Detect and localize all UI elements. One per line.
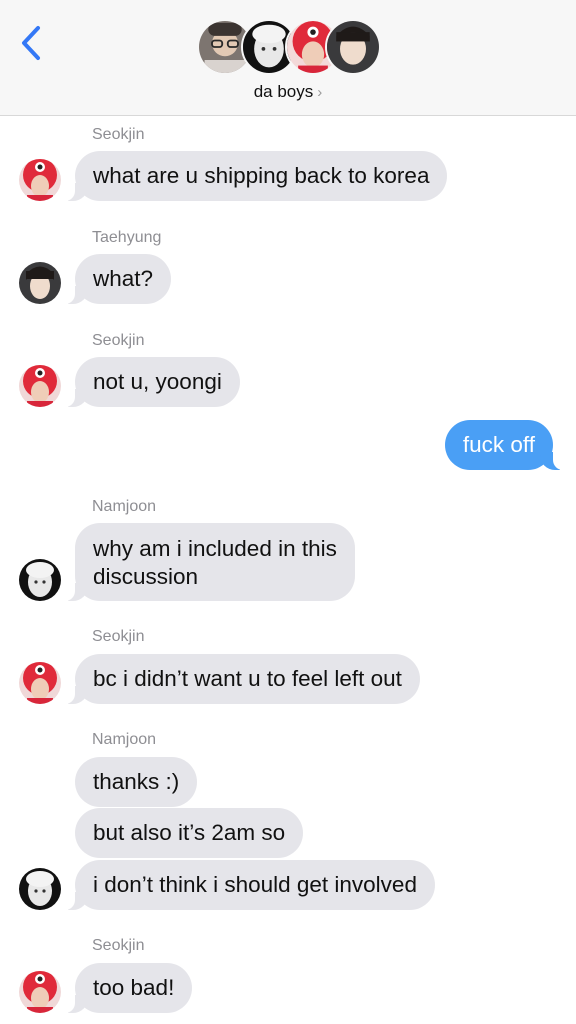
message-text: bc i didn’t want u to feel left out: [93, 666, 402, 691]
message-bubble-outgoing[interactable]: fuck off: [444, 420, 564, 470]
avatar[interactable]: [19, 365, 61, 407]
message-text: what?: [93, 266, 154, 291]
avatar[interactable]: [19, 971, 61, 1013]
back-button[interactable]: [14, 22, 50, 64]
avatar[interactable]: [19, 262, 61, 304]
message-bubble[interactable]: too bad!: [64, 963, 193, 1013]
conversation-title[interactable]: da boys ›: [0, 82, 576, 102]
avatar: [325, 19, 381, 75]
message-text: fuck off: [462, 432, 535, 457]
sender-name: Namjoon: [92, 498, 157, 515]
avatar[interactable]: [19, 159, 61, 201]
sender-name: Taehyung: [92, 229, 162, 246]
message-bubble[interactable]: what are u shipping back to korea: [64, 151, 448, 201]
message-bubble[interactable]: why am i included in this discussion: [65, 523, 355, 601]
message-text-line: discussion: [93, 564, 199, 589]
message-text-line: why am i included in this: [93, 536, 337, 561]
message-bubble[interactable]: bc i didn’t want u to feel left out: [65, 654, 420, 704]
message-bubble[interactable]: thanks :): [75, 757, 198, 807]
chevron-right-icon: ›: [317, 84, 323, 101]
message-bubble[interactable]: what?: [64, 254, 172, 304]
sender-name: Seokjin: [92, 937, 145, 954]
sender-name: Namjoon: [92, 731, 157, 748]
message-bubble[interactable]: i don’t think i should get involved: [65, 860, 435, 910]
group-name: da boys: [253, 82, 314, 101]
group-avatars[interactable]: [197, 19, 381, 77]
message-bubble[interactable]: but also it’s 2am so: [75, 808, 304, 858]
sender-name: Seokjin: [92, 332, 145, 349]
avatar[interactable]: [19, 868, 61, 910]
conversation-header: da boys ›: [0, 0, 576, 116]
message-text: i don’t think i should get involved: [93, 872, 417, 897]
message-text: not u, yoongi: [93, 369, 222, 394]
avatar[interactable]: [19, 662, 61, 704]
message-text: too bad!: [93, 975, 175, 1000]
sender-name: Seokjin: [92, 126, 145, 143]
message-bubble[interactable]: not u, yoongi: [65, 357, 240, 407]
sender-name: Seokjin: [92, 628, 145, 645]
message-text: what are u shipping back to korea: [93, 163, 430, 188]
message-text: thanks :): [93, 769, 180, 794]
chevron-left-icon: [22, 26, 40, 60]
avatar[interactable]: [19, 559, 61, 601]
message-text: but also it’s 2am so: [93, 820, 286, 845]
